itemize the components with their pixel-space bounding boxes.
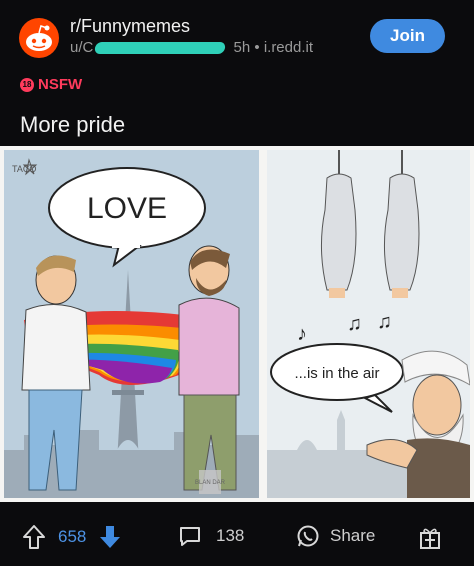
redaction-scribble: [94, 42, 227, 55]
left-bubble-text: LOVE: [87, 192, 167, 225]
image-watermark: BLAN DAR: [195, 480, 226, 486]
comic-panel-left: TACO LOVE BLAN DAR: [4, 150, 259, 498]
comment-icon: [180, 527, 200, 546]
svg-text:♫: ♫: [347, 313, 362, 335]
share-button[interactable]: Share: [296, 524, 375, 548]
post-header: r/Funnymemes u/C 5h • i.redd.it Join: [0, 0, 474, 70]
post-domain[interactable]: i.redd.it: [264, 39, 313, 56]
upvote-count: 658: [58, 527, 87, 546]
post-time: 5h: [233, 39, 251, 56]
award-icon: [420, 528, 440, 549]
post-image[interactable]: TACO LOVE BLAN DAR ♪ ♫ ♫ ...is in the ai…: [0, 146, 474, 502]
join-button[interactable]: Join: [370, 19, 445, 53]
award-button[interactable]: [418, 524, 442, 550]
username[interactable]: u/C: [70, 39, 93, 56]
post-title[interactable]: More pride: [20, 112, 125, 138]
subreddit-name[interactable]: r/Funnymemes: [70, 16, 190, 37]
post-meta: u/C 5h • i.redd.it: [70, 39, 313, 56]
nsfw-tag: 18 NSFW: [20, 76, 82, 93]
post-action-bar: 658 138 Share: [0, 510, 474, 566]
comic-panel-right: ♪ ♫ ♫ ...is in the air: [267, 150, 470, 498]
svg-text:♫: ♫: [377, 311, 392, 333]
meta-separator: •: [254, 39, 260, 56]
whatsapp-icon: [297, 525, 319, 547]
svg-text:♪: ♪: [297, 323, 307, 345]
comments-button[interactable]: 138: [178, 524, 244, 548]
share-label: Share: [330, 526, 376, 545]
vote-group: 658: [22, 524, 122, 550]
nsfw-18-icon: 18: [20, 77, 34, 92]
comment-count: 138: [216, 526, 245, 545]
right-bubble-text: ...is in the air: [294, 365, 379, 382]
downvote-icon[interactable]: [98, 524, 122, 550]
subreddit-avatar[interactable]: [19, 18, 59, 58]
nsfw-label: NSFW: [38, 76, 83, 93]
upvote-icon[interactable]: [22, 524, 46, 550]
